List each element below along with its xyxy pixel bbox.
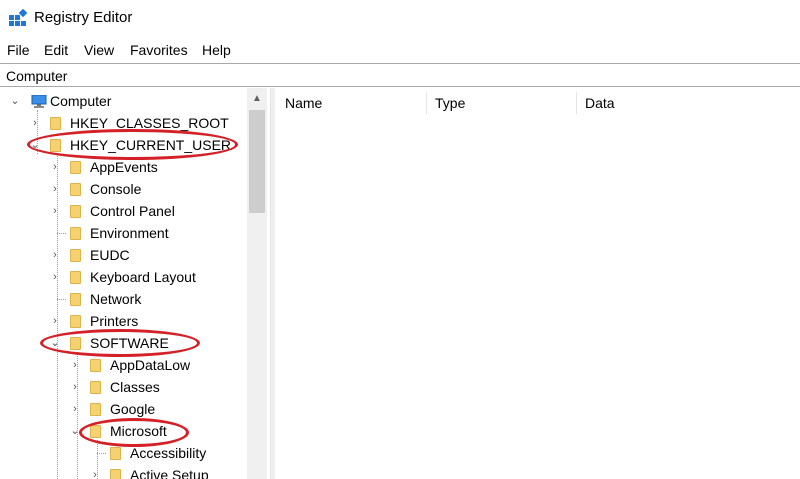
registry-tree[interactable]: ⌄ Computer › HKEY_CLASSES_ROOT ⌄ HKEY_CU… [0,88,270,479]
tree-node-console[interactable]: › Console [0,178,247,200]
folder-icon [110,469,121,479]
folder-icon [70,293,81,306]
folder-icon [90,359,101,372]
tree-node-hkey-classes-root[interactable]: › HKEY_CLASSES_ROOT [0,112,247,134]
tree-node-appdatalow[interactable]: › AppDataLow [0,354,247,376]
tree-node-label: Keyboard Layout [90,269,196,285]
scroll-up-arrow-icon[interactable]: ▲ [247,88,267,110]
tree-node-label: Printers [90,313,139,329]
folder-icon [90,425,101,438]
menu-favorites[interactable]: Favorites [130,41,188,59]
tree-node-label: Network [90,291,142,307]
window-title: Registry Editor [34,9,133,26]
tree-node-environment[interactable]: Environment [0,222,247,244]
tree-node-label: SOFTWARE [90,335,169,351]
chevron-right-icon[interactable]: › [48,244,62,266]
tree-node-label: AppEvents [90,159,158,175]
menu-edit[interactable]: Edit [44,41,68,59]
column-header-type[interactable]: Type [427,88,577,118]
folder-icon [50,117,61,130]
tree-node-hkey-current-user[interactable]: ⌄ HKEY_CURRENT_USER [0,134,247,156]
folder-icon [70,249,81,262]
tree-node-classes[interactable]: › Classes [0,376,247,398]
tree-node-control-panel[interactable]: › Control Panel [0,200,247,222]
tree-node-printers[interactable]: › Printers [0,310,247,332]
tree-node-software[interactable]: ⌄ SOFTWARE [0,332,247,354]
chevron-down-icon[interactable]: ⌄ [68,420,82,442]
chevron-down-icon[interactable]: ⌄ [8,90,22,112]
folder-icon [110,447,121,460]
scroll-thumb[interactable] [249,110,265,213]
chevron-right-icon[interactable]: › [48,310,62,332]
column-header-name[interactable]: Name [277,88,427,118]
menu-bar: File Edit View Favorites Help [0,39,800,61]
chevron-right-icon[interactable]: › [48,200,62,222]
folder-icon [70,205,81,218]
values-list[interactable]: Name Type Data [275,88,800,479]
tree-node-label: Environment [90,225,169,241]
folder-icon [70,337,81,350]
folder-icon [70,183,81,196]
chevron-down-icon[interactable]: ⌄ [48,332,62,354]
folder-icon [90,381,101,394]
address-input[interactable] [6,66,786,85]
folder-icon [90,403,101,416]
tree-node-label: Console [90,181,142,197]
folder-icon [70,315,81,328]
chevron-down-icon[interactable]: ⌄ [28,134,42,156]
chevron-right-icon[interactable]: › [48,266,62,288]
tree-node-eudc[interactable]: › EUDC [0,244,247,266]
folder-icon [70,227,81,240]
menu-file[interactable]: File [7,41,30,59]
tree-node-label: Google [110,401,156,417]
tree-node-label: Microsoft [110,423,167,439]
tree-node-label: Control Panel [90,203,175,219]
menu-view[interactable]: View [84,41,114,59]
menu-help[interactable]: Help [202,41,231,59]
tree-node-accessibility[interactable]: Accessibility [0,442,247,464]
tree-node-label: Classes [110,379,160,395]
folder-icon [70,161,81,174]
tree-node-network[interactable]: Network [0,288,247,310]
chevron-right-icon[interactable]: › [68,354,82,376]
tree-node-label: HKEY_CLASSES_ROOT [70,115,229,131]
tree-node-keyboard-layout[interactable]: › Keyboard Layout [0,266,247,288]
title-bar: Registry Editor [0,0,800,38]
tree-node-active-setup[interactable]: › Active Setup [0,464,247,479]
address-bar [0,63,800,87]
chevron-right-icon[interactable]: › [48,156,62,178]
chevron-right-icon[interactable]: › [88,464,102,479]
folder-icon [50,139,61,152]
tree-node-label: EUDC [90,247,130,263]
chevron-right-icon[interactable]: › [28,112,42,134]
tree-node-label: AppDataLow [110,357,191,373]
column-header-data[interactable]: Data [577,88,797,118]
tree-node-label: HKEY_CURRENT_USER [70,137,232,153]
tree-node-google[interactable]: › Google [0,398,247,420]
tree-node-label: Active Setup [130,467,209,479]
tree-node-computer[interactable]: ⌄ Computer [0,90,247,112]
chevron-right-icon[interactable]: › [68,398,82,420]
folder-icon [70,271,81,284]
tree-node-appevents[interactable]: › AppEvents [0,156,247,178]
tree-node-label: Accessibility [130,445,207,461]
chevron-right-icon[interactable]: › [48,178,62,200]
chevron-right-icon[interactable]: › [68,376,82,398]
tree-node-label: Computer [50,93,112,109]
tree-node-microsoft[interactable]: ⌄ Microsoft [0,420,247,442]
registry-editor-app-icon [9,9,27,26]
computer-icon [31,95,47,108]
tree-vertical-scrollbar[interactable]: ▲ [247,88,267,479]
